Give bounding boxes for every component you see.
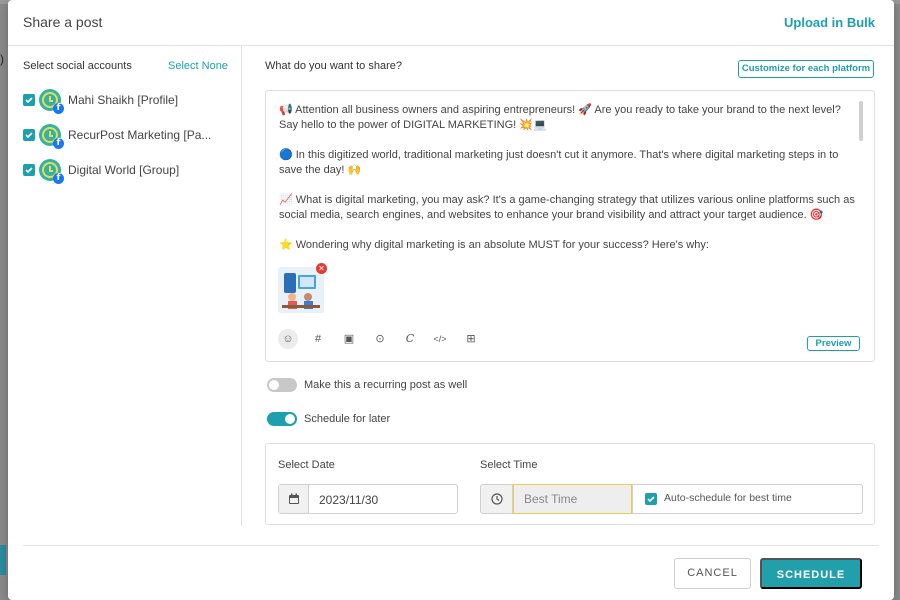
date-label: Select Date [278,459,335,471]
attached-image-thumbnail[interactable] [278,267,324,313]
schedule-later-toggle[interactable] [267,412,297,426]
calendar-icon[interactable] [279,485,309,513]
post-text[interactable]: 📢 Attention all business owners and aspi… [279,103,857,268]
account-item[interactable]: f Mahi Shaikh [Profile] [23,88,233,114]
accounts-label: Select social accounts [23,60,132,72]
schedule-later-label: Schedule for later [304,413,391,425]
post-paragraph: ⭐ Wondering why digital marketing is an … [279,239,709,251]
account-checkbox[interactable] [23,94,35,106]
image-icon[interactable]: ▣ [339,329,359,349]
account-item[interactable]: f Digital World [Group] [23,158,233,184]
hashtag-icon[interactable]: # [308,329,328,349]
account-name: Digital World [Group] [68,163,180,177]
account-item[interactable]: f RecurPost Marketing [Pa... [23,123,233,149]
recurring-toggle[interactable] [267,378,297,392]
editor-scrollbar[interactable] [859,101,863,141]
time-select[interactable]: Best Time [513,484,632,514]
account-checkbox[interactable] [23,164,35,176]
background-tab [0,545,6,575]
footer-divider [23,545,879,546]
cancel-button[interactable]: CANCEL [674,558,751,589]
select-none-link[interactable]: Select None [168,60,228,72]
account-checkbox[interactable] [23,129,35,141]
background-fragment: ) [0,52,4,66]
video-icon[interactable]: ⊙ [370,329,390,349]
facebook-icon: f [53,173,64,184]
auto-schedule-label: Auto-schedule for best time [664,492,792,504]
auto-schedule-checkbox[interactable] [645,493,657,505]
account-name: Mahi Shaikh [Profile] [68,93,179,107]
canva-icon[interactable]: C [400,329,420,349]
upload-in-bulk-link[interactable]: Upload in Bulk [784,15,875,30]
post-paragraph: 📢 Attention all business owners and aspi… [279,104,841,131]
auto-schedule-option[interactable]: Auto-schedule for best time [632,484,863,514]
post-paragraph: 📈 What is digital marketing, you may ask… [279,194,855,221]
post-editor[interactable]: 📢 Attention all business owners and aspi… [265,90,875,362]
schedule-button[interactable]: SCHEDULE [760,558,862,589]
preview-button[interactable]: Preview [807,336,860,351]
emoji-icon[interactable]: ☺ [278,329,298,349]
time-label: Select Time [480,459,538,471]
facebook-icon: f [53,138,64,149]
schedule-panel: Select Date Select Time 2023/11/30 Best … [265,443,875,525]
accounts-panel: Select social accounts Select None f Mah… [8,46,242,526]
clock-icon[interactable] [480,484,513,514]
share-post-modal: Share a post Upload in Bulk Select socia… [8,0,894,600]
account-name: RecurPost Marketing [Pa... [68,128,212,142]
share-label: What do you want to share? [265,60,402,72]
post-paragraph: 🔵 In this digitized world, traditional m… [279,149,839,176]
facebook-icon: f [53,103,64,114]
modal-title: Share a post [23,14,103,30]
date-value: 2023/11/30 [319,493,379,507]
editor-toolbar: ☺ # ▣ ⊙ C </> ⊞ [278,329,498,349]
recurring-label: Make this a recurring post as well [304,379,468,391]
ai-bot-icon[interactable]: ⊞ [461,329,481,349]
remove-image-icon[interactable]: ✕ [316,263,327,274]
customize-platform-button[interactable]: Customize for each platform [738,60,874,78]
date-field[interactable]: 2023/11/30 [278,484,458,514]
code-icon[interactable]: </> [430,329,450,349]
modal-header: Share a post Upload in Bulk [8,0,894,46]
